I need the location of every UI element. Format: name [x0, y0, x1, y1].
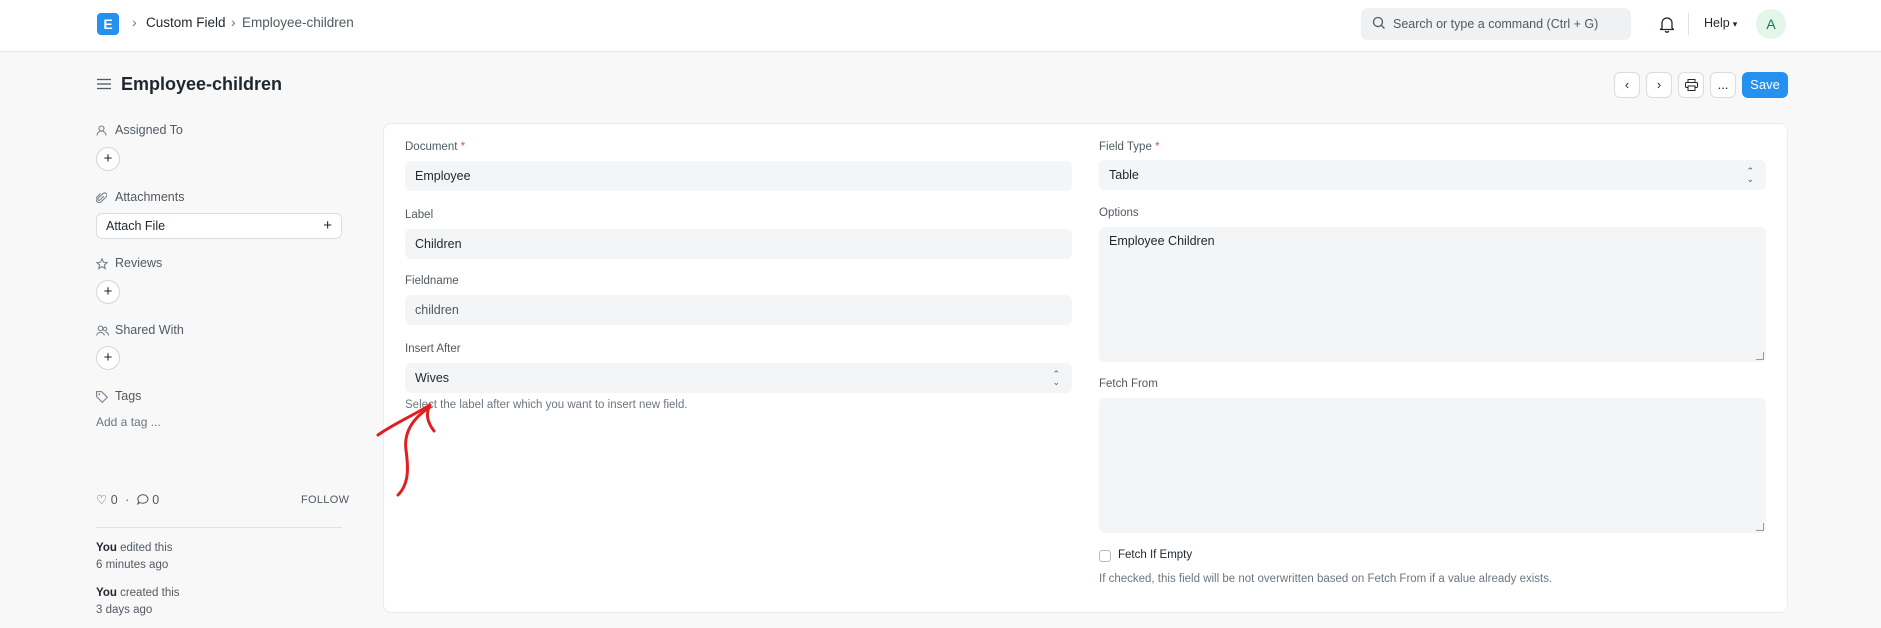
activity-action: created this: [120, 587, 180, 599]
insert-after-value: Wives: [415, 371, 450, 385]
plus-icon: +: [103, 150, 113, 167]
assigned-to-label: Assigned To: [115, 123, 183, 137]
plus-icon: +: [103, 283, 113, 300]
fetch-if-empty-checkbox[interactable]: [1099, 550, 1111, 562]
chevron-right-icon: ›: [132, 14, 137, 30]
paperclip-icon: [96, 192, 107, 203]
chevron-down-icon: ▾: [1732, 19, 1738, 29]
reviews-label: Reviews: [115, 256, 163, 270]
activity-item: You created this 3 days ago: [96, 585, 180, 619]
select-arrows-icon: ⌃ ⌄: [1052, 369, 1060, 387]
previous-button[interactable]: ‹: [1614, 72, 1640, 98]
more-actions-button[interactable]: ...: [1710, 72, 1736, 98]
sidebar-toggle-icon[interactable]: [97, 78, 111, 90]
search-placeholder: Search or type a command (Ctrl + G): [1393, 17, 1599, 31]
resize-handle-icon[interactable]: [1756, 523, 1764, 531]
options-label: Options: [1099, 207, 1139, 219]
add-assignee-button[interactable]: +: [96, 147, 120, 171]
insert-after-hint: Select the label after which you want to…: [405, 399, 688, 411]
label-label: Label: [405, 209, 434, 221]
follow-button[interactable]: FOLLOW: [301, 494, 349, 506]
chevron-right-icon: ›: [231, 14, 236, 30]
activity-time: 6 minutes ago: [96, 559, 169, 571]
save-button[interactable]: Save: [1742, 72, 1788, 98]
comment-icon[interactable]: [136, 494, 149, 506]
field-type-label-text: Field Type: [1099, 141, 1152, 153]
field-type-value: Table: [1109, 168, 1139, 182]
attach-file-button[interactable]: Attach File +: [96, 213, 342, 239]
breadcrumb-current[interactable]: Employee-children: [242, 15, 354, 30]
likes-comments-row: ♡ 0 · 0: [96, 492, 159, 507]
user-icon: [96, 125, 107, 136]
activity-action: edited this: [120, 542, 173, 554]
field-type-label: Field Type *: [1099, 141, 1160, 153]
chevron-left-icon: ‹: [1624, 77, 1630, 92]
document-label-text: Document: [405, 141, 458, 153]
breadcrumb-custom-field[interactable]: Custom Field: [146, 15, 226, 30]
top-navbar: E › Custom Field › Employee-children Sea…: [0, 0, 1881, 52]
chevron-right-icon: ›: [1656, 77, 1662, 92]
help-label: Help: [1704, 16, 1730, 30]
tag-icon: [96, 391, 108, 403]
printer-icon: [1684, 79, 1698, 91]
options-value: Employee Children: [1109, 234, 1215, 248]
required-marker: *: [460, 141, 466, 153]
search-bar[interactable]: Search or type a command (Ctrl + G): [1361, 8, 1631, 40]
separator-dot: ·: [125, 493, 130, 507]
document-field[interactable]: Employee: [405, 161, 1072, 191]
shared-with-label: Shared With: [115, 323, 184, 337]
fetch-if-empty-label[interactable]: Fetch If Empty: [1118, 549, 1192, 561]
likes-count: 0: [110, 493, 118, 507]
fetch-from-label: Fetch From: [1099, 378, 1158, 390]
activity-item: You edited this 6 minutes ago: [96, 540, 173, 574]
user-avatar[interactable]: A: [1756, 9, 1786, 39]
next-button[interactable]: ›: [1646, 72, 1672, 98]
fetch-from-textarea[interactable]: [1099, 398, 1766, 533]
fieldname-label: Fieldname: [405, 275, 459, 287]
page-title: Employee-children: [121, 74, 283, 94]
users-icon: [96, 325, 109, 336]
attach-file-label: Attach File: [106, 219, 166, 233]
activity-user[interactable]: You: [96, 542, 117, 554]
insert-after-label: Insert After: [405, 343, 461, 355]
document-label: Document *: [405, 141, 465, 153]
annotation-arrow-icon: [376, 403, 436, 497]
navbar-divider: [1688, 13, 1689, 35]
notification-bell-icon[interactable]: [1659, 15, 1675, 33]
label-field[interactable]: Children: [405, 229, 1072, 259]
add-tag-link[interactable]: Add a tag ...: [96, 415, 161, 429]
search-icon: [1372, 16, 1385, 29]
add-share-button[interactable]: +: [96, 346, 120, 370]
heart-icon[interactable]: ♡: [96, 493, 107, 507]
comments-count: 0: [152, 493, 160, 507]
star-icon: [96, 258, 108, 270]
tags-label: Tags: [115, 389, 142, 403]
insert-after-select[interactable]: Wives ⌃ ⌄: [405, 363, 1072, 393]
help-dropdown[interactable]: Help ▾: [1704, 16, 1737, 30]
options-textarea[interactable]: Employee Children: [1099, 227, 1766, 362]
add-review-button[interactable]: +: [96, 280, 120, 304]
plus-icon: +: [103, 349, 113, 366]
print-button[interactable]: [1678, 72, 1704, 98]
sidebar-divider: [96, 527, 342, 528]
fetch-if-empty-hint: If checked, this field will be not overw…: [1099, 573, 1553, 585]
field-type-select[interactable]: Table ⌃ ⌄: [1099, 160, 1766, 190]
activity-time: 3 days ago: [96, 604, 153, 616]
required-marker: *: [1155, 141, 1160, 153]
plus-icon: +: [323, 217, 332, 234]
activity-user[interactable]: You: [96, 587, 117, 599]
select-arrows-icon: ⌃ ⌄: [1746, 166, 1754, 184]
app-logo[interactable]: E: [97, 13, 119, 35]
attachments-label: Attachments: [115, 190, 185, 204]
resize-handle-icon[interactable]: [1756, 352, 1764, 360]
fieldname-field: children: [405, 295, 1072, 325]
